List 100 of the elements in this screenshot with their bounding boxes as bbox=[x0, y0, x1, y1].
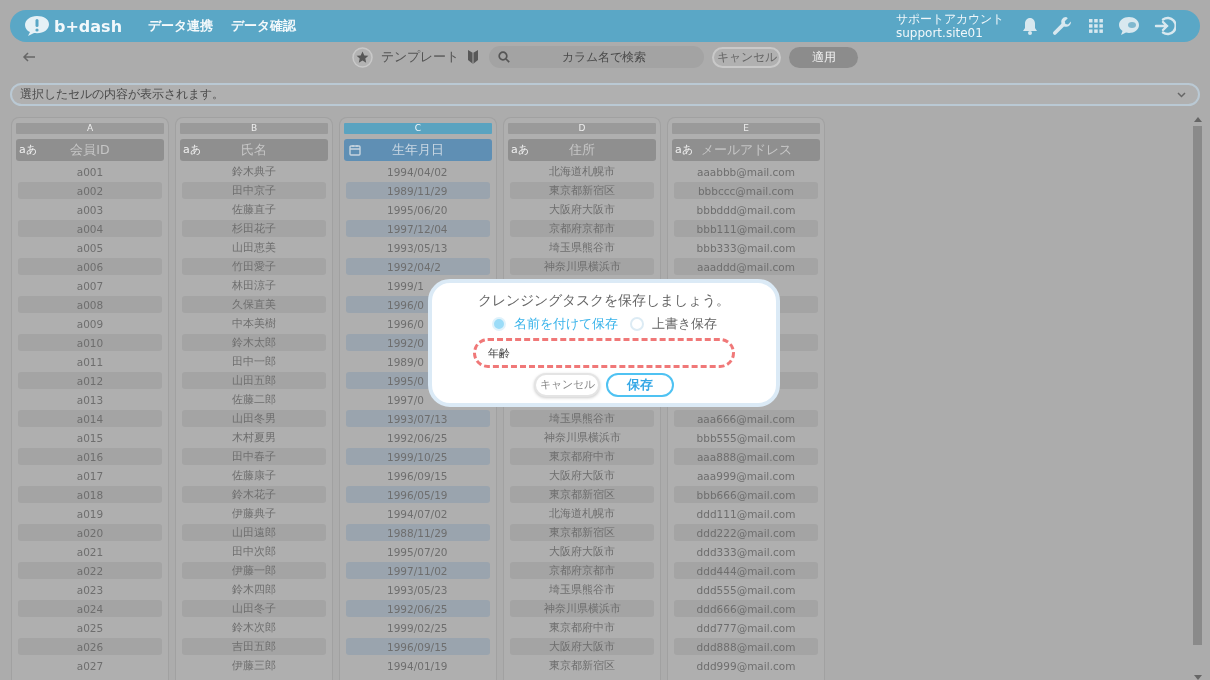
table-cell[interactable]: a023 bbox=[18, 581, 162, 598]
table-cell[interactable]: 鈴木典子 bbox=[182, 163, 326, 180]
table-cell[interactable]: 佐藤康子 bbox=[182, 467, 326, 484]
table-cell[interactable]: bbb555@mail.com bbox=[674, 429, 818, 446]
table-cell[interactable]: 東京都府中市 bbox=[510, 619, 654, 636]
scrollbar-thumb[interactable] bbox=[1193, 126, 1202, 645]
cancel-button[interactable]: キャンセル bbox=[712, 46, 781, 68]
grid-icon[interactable] bbox=[1088, 18, 1104, 34]
table-cell[interactable]: a027 bbox=[18, 657, 162, 674]
column-letter[interactable]: E bbox=[672, 123, 820, 134]
chevron-down-icon[interactable] bbox=[1177, 91, 1186, 98]
table-cell[interactable]: 大阪府大阪市 bbox=[510, 467, 654, 484]
radio-button[interactable] bbox=[491, 317, 506, 331]
table-cell[interactable]: 神奈川県横浜市 bbox=[510, 429, 654, 446]
table-cell[interactable]: 伊藤典子 bbox=[182, 505, 326, 522]
search-field[interactable]: カラム名で検索 bbox=[489, 46, 704, 68]
type-label: aあ bbox=[183, 142, 201, 157]
table-cell[interactable]: ddd111@mail.com bbox=[674, 505, 818, 522]
table-cell[interactable]: 1994/04/02 bbox=[346, 163, 490, 180]
column-header[interactable]: 生年月日 bbox=[344, 139, 492, 161]
table-cell[interactable]: 1993/05/13 bbox=[346, 239, 490, 256]
wrench-icon[interactable] bbox=[1052, 16, 1074, 36]
table-cell[interactable]: 1994/01/19 bbox=[346, 657, 490, 674]
nav-link[interactable]: データ連携 bbox=[148, 17, 214, 35]
column-letter[interactable]: B bbox=[180, 123, 328, 134]
table-cell[interactable]: a019 bbox=[18, 505, 162, 522]
table-cell[interactable]: a007 bbox=[18, 277, 162, 294]
info-text: 選択したセルの内容が表示されます。 bbox=[20, 86, 225, 103]
column-title: 生年月日 bbox=[392, 141, 444, 159]
logo-icon bbox=[24, 15, 50, 37]
table-cell[interactable]: a009 bbox=[18, 315, 162, 332]
table-cell[interactable]: 1996/05/19 bbox=[346, 486, 490, 503]
table-cell[interactable]: 1989/11/29 bbox=[346, 182, 490, 199]
type-label: aあ bbox=[675, 142, 693, 157]
table-cell[interactable]: 1992/06/25 bbox=[346, 429, 490, 446]
column-letter[interactable]: C bbox=[344, 123, 492, 134]
option-label[interactable]: 名前を付けて保存 bbox=[513, 315, 618, 333]
bell-icon[interactable] bbox=[1022, 17, 1038, 35]
table-cell[interactable]: 1999/02/25 bbox=[346, 619, 490, 636]
table-cell[interactable]: a015 bbox=[18, 429, 162, 446]
table-cell[interactable]: ddd333@mail.com bbox=[674, 543, 818, 560]
table-cell[interactable]: 中本美樹 bbox=[182, 315, 326, 332]
table-cell[interactable]: a005 bbox=[18, 239, 162, 256]
logout-icon[interactable] bbox=[1154, 16, 1176, 36]
table-cell[interactable]: 田中次郎 bbox=[182, 543, 326, 560]
table-cell[interactable]: 東京都新宿区 bbox=[510, 657, 654, 674]
table-cell[interactable]: 1996/09/15 bbox=[346, 638, 490, 655]
table-cell[interactable]: a001 bbox=[18, 163, 162, 180]
table-cell[interactable]: 大阪府大阪市 bbox=[510, 201, 654, 218]
cancel-button[interactable]: キャンセル bbox=[534, 373, 600, 397]
table-cell[interactable]: aaa999@mail.com bbox=[674, 467, 818, 484]
table-cell[interactable]: ddd999@mail.com bbox=[674, 657, 818, 674]
table-cell[interactable]: bbbddd@mail.com bbox=[674, 201, 818, 218]
table-cell[interactable]: a017 bbox=[18, 467, 162, 484]
cell-content-bar[interactable]: 選択したセルの内容が表示されます。 bbox=[10, 83, 1200, 106]
table-cell[interactable]: 大阪府大阪市 bbox=[510, 543, 654, 560]
table-cell[interactable]: 1992/06/25 bbox=[346, 600, 490, 617]
logo-text: b+dash bbox=[54, 16, 123, 36]
table-cell[interactable]: 1988/11/29 bbox=[346, 524, 490, 541]
chat-icon[interactable] bbox=[1118, 16, 1140, 36]
table-cell[interactable]: a021 bbox=[18, 543, 162, 560]
name-field[interactable]: 年齢 bbox=[473, 338, 735, 368]
table-cell[interactable]: 北海道札幌市 bbox=[510, 505, 654, 522]
leaf-mark-icon[interactable] bbox=[467, 49, 479, 65]
table-cell[interactable]: bbb333@mail.com bbox=[674, 239, 818, 256]
scroll-up-icon[interactable] bbox=[1193, 117, 1202, 122]
type-label: aあ bbox=[19, 142, 37, 157]
table-cell[interactable]: ddd777@mail.com bbox=[674, 619, 818, 636]
table-cell[interactable]: 鈴木四郎 bbox=[182, 581, 326, 598]
table-cell[interactable]: 1995/06/20 bbox=[346, 201, 490, 218]
type-label: aあ bbox=[511, 142, 529, 157]
table-cell[interactable]: 1994/07/02 bbox=[346, 505, 490, 522]
table-cell[interactable]: 1997/11/02 bbox=[346, 562, 490, 579]
table-cell[interactable]: 1999/10/25 bbox=[346, 448, 490, 465]
table-cell[interactable]: 1993/07/13 bbox=[346, 410, 490, 427]
table-cell[interactable]: ddd555@mail.com bbox=[674, 581, 818, 598]
scroll-down-icon[interactable] bbox=[1193, 675, 1202, 680]
template-title: テンプレート bbox=[381, 48, 459, 66]
save-button[interactable]: 保存 bbox=[606, 373, 674, 397]
table-cell[interactable]: 北海道札幌市 bbox=[510, 163, 654, 180]
table-cell[interactable]: a025 bbox=[18, 619, 162, 636]
table-cell[interactable]: a011 bbox=[18, 353, 162, 370]
calendar-icon bbox=[349, 144, 361, 156]
column-letter[interactable]: D bbox=[508, 123, 656, 134]
nav-link[interactable]: データ確認 bbox=[231, 17, 297, 35]
table-cell[interactable]: 1993/05/23 bbox=[346, 581, 490, 598]
back-arrow-icon[interactable] bbox=[22, 51, 36, 63]
table-cell[interactable]: 1997/12/04 bbox=[346, 220, 490, 237]
scrollbar[interactable] bbox=[1192, 117, 1203, 680]
table-cell[interactable]: 1996/09/15 bbox=[346, 467, 490, 484]
table-cell[interactable]: aaabbb@mail.com bbox=[674, 163, 818, 180]
table-cell[interactable]: a003 bbox=[18, 201, 162, 218]
option-label[interactable]: 上書き保存 bbox=[651, 315, 717, 333]
table-cell[interactable]: 鈴木次郎 bbox=[182, 619, 326, 636]
table-cell[interactable]: 木村夏男 bbox=[182, 429, 326, 446]
column-letter[interactable]: A bbox=[16, 123, 164, 134]
table-cell[interactable]: a013 bbox=[18, 391, 162, 408]
table-cell[interactable]: 1992/04/2 bbox=[346, 258, 490, 275]
table-cell[interactable]: 1995/07/20 bbox=[346, 543, 490, 560]
radio-button[interactable] bbox=[629, 317, 644, 331]
